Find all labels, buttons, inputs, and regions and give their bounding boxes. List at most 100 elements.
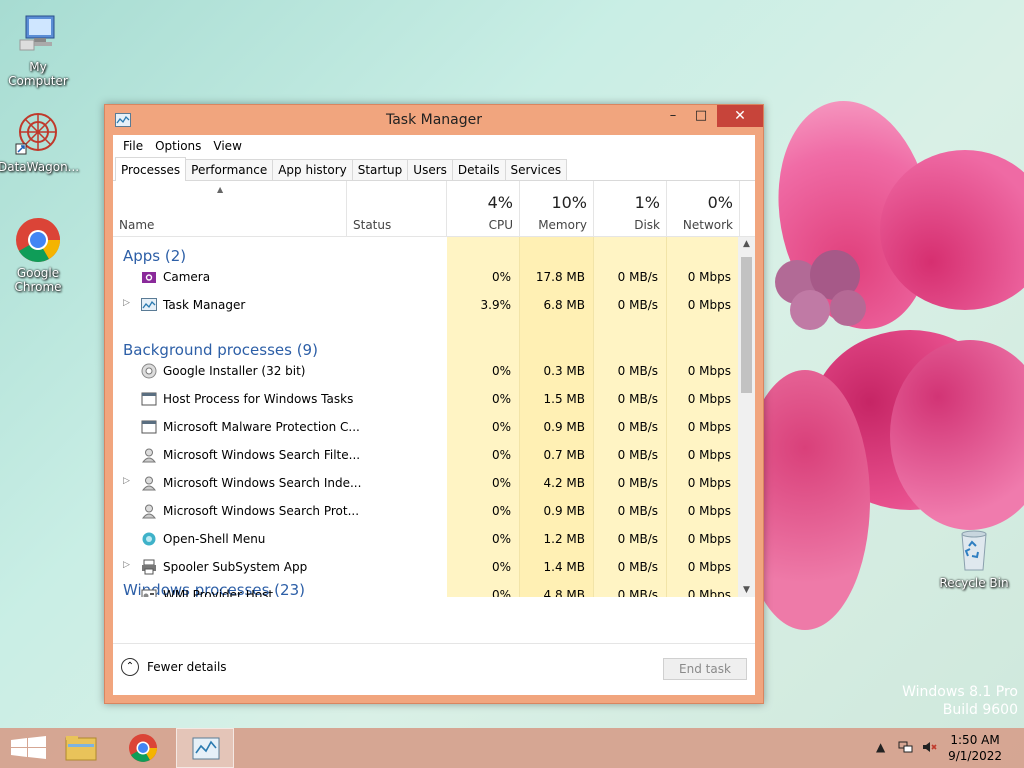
watermark-build: Build 9600 bbox=[942, 702, 1018, 718]
desktop-icon-my-computer[interactable]: My Computer bbox=[0, 10, 78, 88]
taskbar-chrome[interactable] bbox=[114, 728, 172, 768]
installer-icon bbox=[141, 363, 157, 379]
column-header-disk[interactable]: 1% Disk bbox=[594, 181, 667, 237]
datawagon-logo-icon bbox=[14, 110, 62, 158]
vertical-scrollbar[interactable]: ▲ ▼ bbox=[738, 237, 755, 597]
network-icon[interactable] bbox=[898, 740, 914, 757]
process-network: 0 Mbps bbox=[687, 560, 731, 574]
process-network: 0 Mbps bbox=[687, 532, 731, 546]
task-manager-window: Task Manager – □ ✕ File Options View Pro… bbox=[104, 104, 764, 704]
column-header-name[interactable]: ▲ Name bbox=[113, 181, 347, 237]
desktop-icon-recycle-bin[interactable]: Recycle Bin bbox=[934, 526, 1014, 590]
expand-chevron-icon[interactable]: ▷ bbox=[123, 298, 130, 308]
tab-processes[interactable]: Processes bbox=[115, 157, 187, 181]
expand-chevron-icon[interactable]: ▷ bbox=[123, 476, 130, 486]
watermark-edition: Windows 8.1 Pro bbox=[902, 684, 1018, 700]
scroll-down-icon[interactable]: ▼ bbox=[738, 585, 755, 595]
window-client: File Options View Processes Performance … bbox=[113, 135, 755, 695]
table-row[interactable]: Camera 0% 17.8 MB 0 MB/s 0 Mbps bbox=[113, 263, 739, 291]
process-cpu: 0% bbox=[491, 420, 511, 434]
search-user-icon bbox=[141, 503, 157, 519]
windows-logo-icon bbox=[11, 736, 46, 759]
table-row[interactable]: Microsoft Malware Protection C... 0% 0.9 M… bbox=[113, 413, 739, 441]
volume-muted-icon[interactable] bbox=[922, 740, 938, 757]
process-network: 0 Mbps bbox=[687, 298, 731, 312]
fewer-details-label: Fewer details bbox=[147, 660, 227, 674]
taskbar-task-manager[interactable] bbox=[176, 728, 234, 768]
tab-app-history[interactable]: App history bbox=[272, 159, 353, 180]
chrome-icon bbox=[129, 734, 157, 762]
table-row[interactable]: Microsoft Windows Search Prot... 0% 0.9 MB… bbox=[113, 497, 739, 525]
column-name-label: Name bbox=[119, 218, 155, 232]
close-button[interactable]: ✕ bbox=[717, 105, 763, 127]
computer-icon bbox=[14, 10, 62, 58]
process-cpu: 0% bbox=[491, 476, 511, 490]
process-disk: 0 MB/s bbox=[617, 476, 658, 490]
column-cpu-label: CPU bbox=[488, 218, 513, 232]
column-header-memory[interactable]: 10% Memory bbox=[520, 181, 594, 237]
minimize-button[interactable]: – bbox=[659, 105, 687, 127]
sort-up-icon: ▲ bbox=[217, 185, 224, 194]
column-header-status[interactable]: Status bbox=[347, 181, 447, 237]
end-task-button[interactable]: End task bbox=[663, 658, 747, 680]
fewer-details-button[interactable]: ⌃ Fewer details bbox=[121, 658, 227, 676]
printer-icon bbox=[141, 559, 157, 575]
show-hidden-icons-button[interactable]: ▲ bbox=[876, 740, 885, 754]
table-row[interactable]: ▷ Task Manager 3.9% 6.8 MB 0 MB/s 0 Mbps bbox=[113, 291, 739, 319]
system-clock[interactable]: 1:50 AM 9/1/2022 bbox=[948, 732, 1002, 764]
desktop-icon-label: DataWagon... bbox=[0, 160, 80, 174]
process-network: 0 Mbps bbox=[687, 448, 731, 462]
table-row[interactable]: ▷ Spooler SubSystem App 0% 1.4 MB 0 MB/s 0 Mb… bbox=[113, 553, 739, 581]
process-disk: 0 MB/s bbox=[617, 588, 658, 597]
table-row[interactable]: Host Process for Windows Tasks 0% 1.5 MB 0 … bbox=[113, 385, 739, 413]
column-header-network[interactable]: 0% Network bbox=[667, 181, 740, 237]
process-network: 0 Mbps bbox=[687, 420, 731, 434]
process-memory: 0.9 MB bbox=[543, 504, 585, 518]
column-header-cpu[interactable]: 4% CPU bbox=[447, 181, 520, 237]
taskbar-file-explorer[interactable] bbox=[52, 728, 110, 768]
tab-startup[interactable]: Startup bbox=[351, 159, 409, 180]
menu-options[interactable]: Options bbox=[149, 139, 207, 153]
chrome-icon bbox=[14, 216, 62, 264]
title-bar[interactable]: Task Manager – □ ✕ bbox=[105, 105, 763, 135]
table-row[interactable]: Open-Shell Menu 0% 1.2 MB 0 MB/s 0 Mbps bbox=[113, 525, 739, 553]
desktop-icon-google-chrome[interactable]: Google Chrome bbox=[0, 216, 78, 294]
tab-performance[interactable]: Performance bbox=[185, 159, 274, 180]
start-button[interactable] bbox=[0, 728, 58, 768]
table-row[interactable]: Microsoft Windows Search Filte... 0% 0.7 M… bbox=[113, 441, 739, 469]
table-row[interactable]: WMI Provider Host 0% 4.8 MB 0 MB/s 0 Mbps bbox=[113, 581, 739, 597]
process-disk: 0 MB/s bbox=[617, 504, 658, 518]
tab-services[interactable]: Services bbox=[504, 159, 568, 180]
expand-chevron-icon[interactable]: ▷ bbox=[123, 560, 130, 570]
desktop-icon-label: Recycle Bin bbox=[939, 576, 1009, 590]
process-cpu: 3.9% bbox=[480, 298, 512, 312]
menu-file[interactable]: File bbox=[117, 139, 149, 153]
process-disk: 0 MB/s bbox=[617, 270, 658, 284]
table-row[interactable]: ▷ Microsoft Windows Search Inde... 0% 4.2 M… bbox=[113, 469, 739, 497]
menu-view[interactable]: View bbox=[207, 139, 247, 153]
process-memory: 1.5 MB bbox=[543, 392, 585, 406]
scroll-up-icon[interactable]: ▲ bbox=[738, 239, 755, 249]
tab-users[interactable]: Users bbox=[407, 159, 453, 180]
task-manager-icon bbox=[192, 737, 220, 760]
process-name: Google Installer (32 bit) bbox=[163, 364, 306, 378]
windows-watermark: Windows 8.1 Pro Build 9600 bbox=[902, 684, 1018, 718]
tab-strip: Processes Performance App history Startu… bbox=[113, 157, 755, 181]
process-cpu: 0% bbox=[491, 364, 511, 378]
process-name: Task Manager bbox=[163, 298, 246, 312]
process-name: Camera bbox=[163, 270, 211, 284]
task-manager-icon bbox=[141, 297, 157, 313]
menu-bar: File Options View bbox=[113, 135, 755, 157]
desktop-icon-datawagon[interactable]: DataWagon... bbox=[0, 110, 80, 174]
memory-total: 10% bbox=[551, 193, 587, 212]
table-row[interactable]: Google Installer (32 bit) 0% 0.3 MB 0 MB/s 0… bbox=[113, 357, 739, 385]
tab-details[interactable]: Details bbox=[451, 159, 506, 180]
disk-total: 1% bbox=[634, 193, 660, 212]
process-cpu: 0% bbox=[491, 448, 511, 462]
maximize-button[interactable]: □ bbox=[687, 105, 715, 127]
process-name: Microsoft Malware Protection C... bbox=[163, 420, 360, 434]
scrollbar-thumb[interactable] bbox=[741, 257, 752, 393]
process-memory: 4.2 MB bbox=[543, 476, 585, 490]
search-user-icon bbox=[141, 447, 157, 463]
process-network: 0 Mbps bbox=[687, 504, 731, 518]
